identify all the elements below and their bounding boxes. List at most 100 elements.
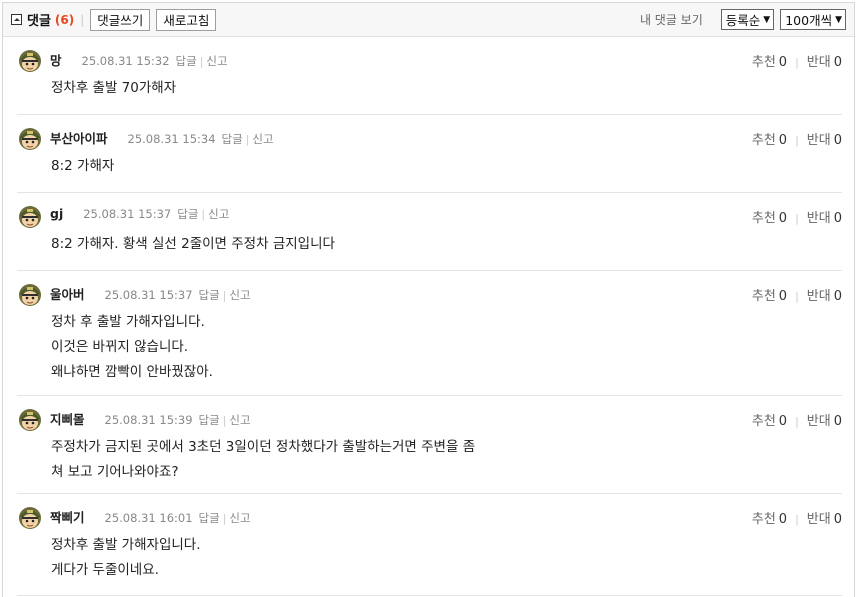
comment-header: 댓글 (6) | 댓글쓰기 새로고침 내 댓글 보기 등록순 ▼ 100개씩 ▼ [3, 3, 854, 37]
upvote-count: 0 [778, 289, 788, 304]
downvote-button[interactable]: 반대 0 [807, 211, 842, 226]
downvote-count: 0 [833, 55, 842, 70]
comment-body: 주정차가 금지된 곳에서 3초던 3일이던 정차했다가 출발하는거면 주변을 좀… [51, 435, 475, 485]
comment-body: 정차 후 출발 가해자입니다. 이것은 바뀌지 않습니다. 왜냐하면 깜빡이 안바꿨… [51, 310, 213, 385]
upvote-count: 0 [778, 414, 788, 429]
upvote-count: 0 [778, 133, 788, 148]
per-page-select[interactable]: 100개씩 ▼ [780, 9, 846, 30]
comment-line: 게다가 두줄이네요. [51, 562, 159, 578]
divider: | [201, 208, 206, 221]
soldier-avatar-icon[interactable] [17, 504, 43, 530]
comment-date: 25.08.31 15:32 [81, 54, 170, 68]
report-link[interactable]: 신고 [229, 412, 250, 428]
divider: | [80, 12, 85, 27]
upvote-count: 0 [778, 211, 788, 226]
upvote-button[interactable]: 추천 0 [752, 211, 787, 226]
comment-body: 정차후 출발 70가해자 [51, 76, 176, 101]
comment-list: 망 25.08.31 15:32 답글 | 신고 추천 0 | 반대 0 정차후 출발 70가해자 … [3, 37, 854, 596]
reply-link[interactable]: 답글 [177, 206, 198, 222]
comment-item: 짝삐기 25.08.31 16:01 답글 | 신고 추천 0 | 반대 0 정차후 출발 가해자입… [17, 494, 842, 596]
downvote-button[interactable]: 반대 0 [807, 512, 842, 527]
divider: | [795, 415, 799, 428]
downvote-label: 반대 [806, 512, 831, 527]
vote-box: 추천 0 | 반대 0 [752, 129, 842, 148]
divider: | [795, 134, 799, 147]
comment-author[interactable]: 지삐몰 [50, 409, 85, 428]
upvote-button[interactable]: 추천 0 [752, 512, 787, 527]
downvote-button[interactable]: 반대 0 [807, 55, 842, 70]
upvote-button[interactable]: 추천 0 [752, 289, 787, 304]
report-link[interactable]: 신고 [206, 53, 227, 69]
comment-author[interactable]: 울아버 [50, 284, 85, 303]
divider: | [795, 290, 799, 303]
downvote-count: 0 [833, 414, 842, 429]
downvote-count: 0 [833, 512, 842, 527]
report-link[interactable]: 신고 [252, 131, 273, 147]
comment-author[interactable]: 망 [50, 50, 62, 69]
reply-link[interactable]: 답글 [199, 412, 220, 428]
comment-line: 이것은 바뀌지 않습니다. [51, 339, 189, 355]
vote-box: 추천 0 | 반대 0 [752, 207, 842, 226]
soldier-avatar-icon[interactable] [17, 406, 43, 432]
comment-body: 정차후 출발 가해자입니다. 게다가 두줄이네요. [51, 533, 201, 583]
divider: | [222, 289, 227, 302]
vote-box: 추천 0 | 반대 0 [752, 410, 842, 429]
report-link[interactable]: 신고 [208, 206, 229, 222]
comment-line: 정차후 출발 70가해자 [51, 80, 177, 96]
my-comments-link[interactable]: 내 댓글 보기 [640, 11, 703, 28]
comment-meta: 망 25.08.31 15:32 답글 | 신고 [50, 50, 228, 69]
sort-select[interactable]: 등록순 ▼ [720, 9, 775, 30]
soldier-avatar-icon[interactable] [17, 203, 43, 229]
reply-link[interactable]: 답글 [176, 53, 197, 69]
report-link[interactable]: 신고 [229, 510, 250, 526]
comment-item: 울아버 25.08.31 15:37 답글 | 신고 추천 0 | 반대 0 정차 후 출발 가해자… [17, 271, 842, 396]
divider: | [199, 55, 204, 68]
downvote-label: 반대 [806, 211, 831, 226]
comment-author[interactable]: gj [50, 206, 63, 221]
comment-count: (6) [54, 12, 75, 27]
comment-item: gj 25.08.31 15:37 답글 | 신고 추천 0 | 반대 0 8:2 가해자. 황색 … [17, 193, 842, 271]
vote-box: 추천 0 | 반대 0 [752, 285, 842, 304]
comment-author[interactable]: 부산아이파 [50, 128, 108, 147]
comment-body: 8:2 가해자 [51, 154, 114, 179]
refresh-button[interactable]: 새로고침 [156, 8, 217, 31]
comment-item: 지삐몰 25.08.31 15:39 답글 | 신고 추천 0 | 반대 0 주정차가 금지된 곳에… [17, 396, 842, 494]
comment-line: 정차후 출발 가해자입니다. [51, 537, 201, 553]
comment-author[interactable]: 짝삐기 [50, 507, 85, 526]
comment-meta: 부산아이파 25.08.31 15:34 답글 | 신고 [50, 128, 274, 147]
write-comment-button[interactable]: 댓글쓰기 [90, 8, 151, 31]
upvote-button[interactable]: 추천 0 [752, 414, 787, 429]
comment-line: 정차 후 출발 가해자입니다. [51, 314, 205, 330]
comment-date: 25.08.31 15:34 [127, 132, 216, 146]
soldier-avatar-icon[interactable] [17, 281, 43, 307]
comment-item: 망 25.08.31 15:32 답글 | 신고 추천 0 | 반대 0 정차후 출발 70가해자 [17, 37, 842, 115]
collapse-toggle-icon[interactable] [11, 14, 22, 25]
reply-link[interactable]: 답글 [222, 131, 243, 147]
comment-line: 주정차가 금지된 곳에서 3초던 3일이던 정차했다가 출발하는거면 주변을 좀 [51, 439, 476, 455]
report-link[interactable]: 신고 [229, 287, 250, 303]
divider: | [222, 414, 227, 427]
soldier-avatar-icon[interactable] [17, 47, 43, 73]
downvote-button[interactable]: 반대 0 [807, 289, 842, 304]
vote-box: 추천 0 | 반대 0 [752, 51, 842, 70]
upvote-label: 추천 [751, 211, 776, 226]
comment-title: 댓글 [27, 14, 51, 29]
upvote-button[interactable]: 추천 0 [752, 55, 787, 70]
reply-link[interactable]: 답글 [199, 510, 220, 526]
downvote-button[interactable]: 반대 0 [807, 133, 842, 148]
upvote-count: 0 [778, 512, 788, 527]
reply-link[interactable]: 답글 [199, 287, 220, 303]
upvote-label: 추천 [751, 133, 776, 148]
comment-date: 25.08.31 16:01 [104, 511, 193, 525]
comment-panel: 댓글 (6) | 댓글쓰기 새로고침 내 댓글 보기 등록순 ▼ 100개씩 ▼… [2, 2, 855, 597]
upvote-button[interactable]: 추천 0 [752, 133, 787, 148]
comment-item: 부산아이파 25.08.31 15:34 답글 | 신고 추천 0 | 반대 0 8:2 가해자 [17, 115, 842, 193]
upvote-label: 추천 [751, 289, 776, 304]
soldier-avatar-icon[interactable] [17, 125, 43, 151]
upvote-count: 0 [778, 55, 788, 70]
downvote-label: 반대 [806, 414, 831, 429]
divider: | [795, 212, 799, 225]
downvote-button[interactable]: 반대 0 [807, 414, 842, 429]
sort-select-value: 등록순 [725, 13, 761, 28]
comment-body: 8:2 가해자. 황색 실선 2줄이면 주정차 금지입니다 [51, 232, 335, 257]
